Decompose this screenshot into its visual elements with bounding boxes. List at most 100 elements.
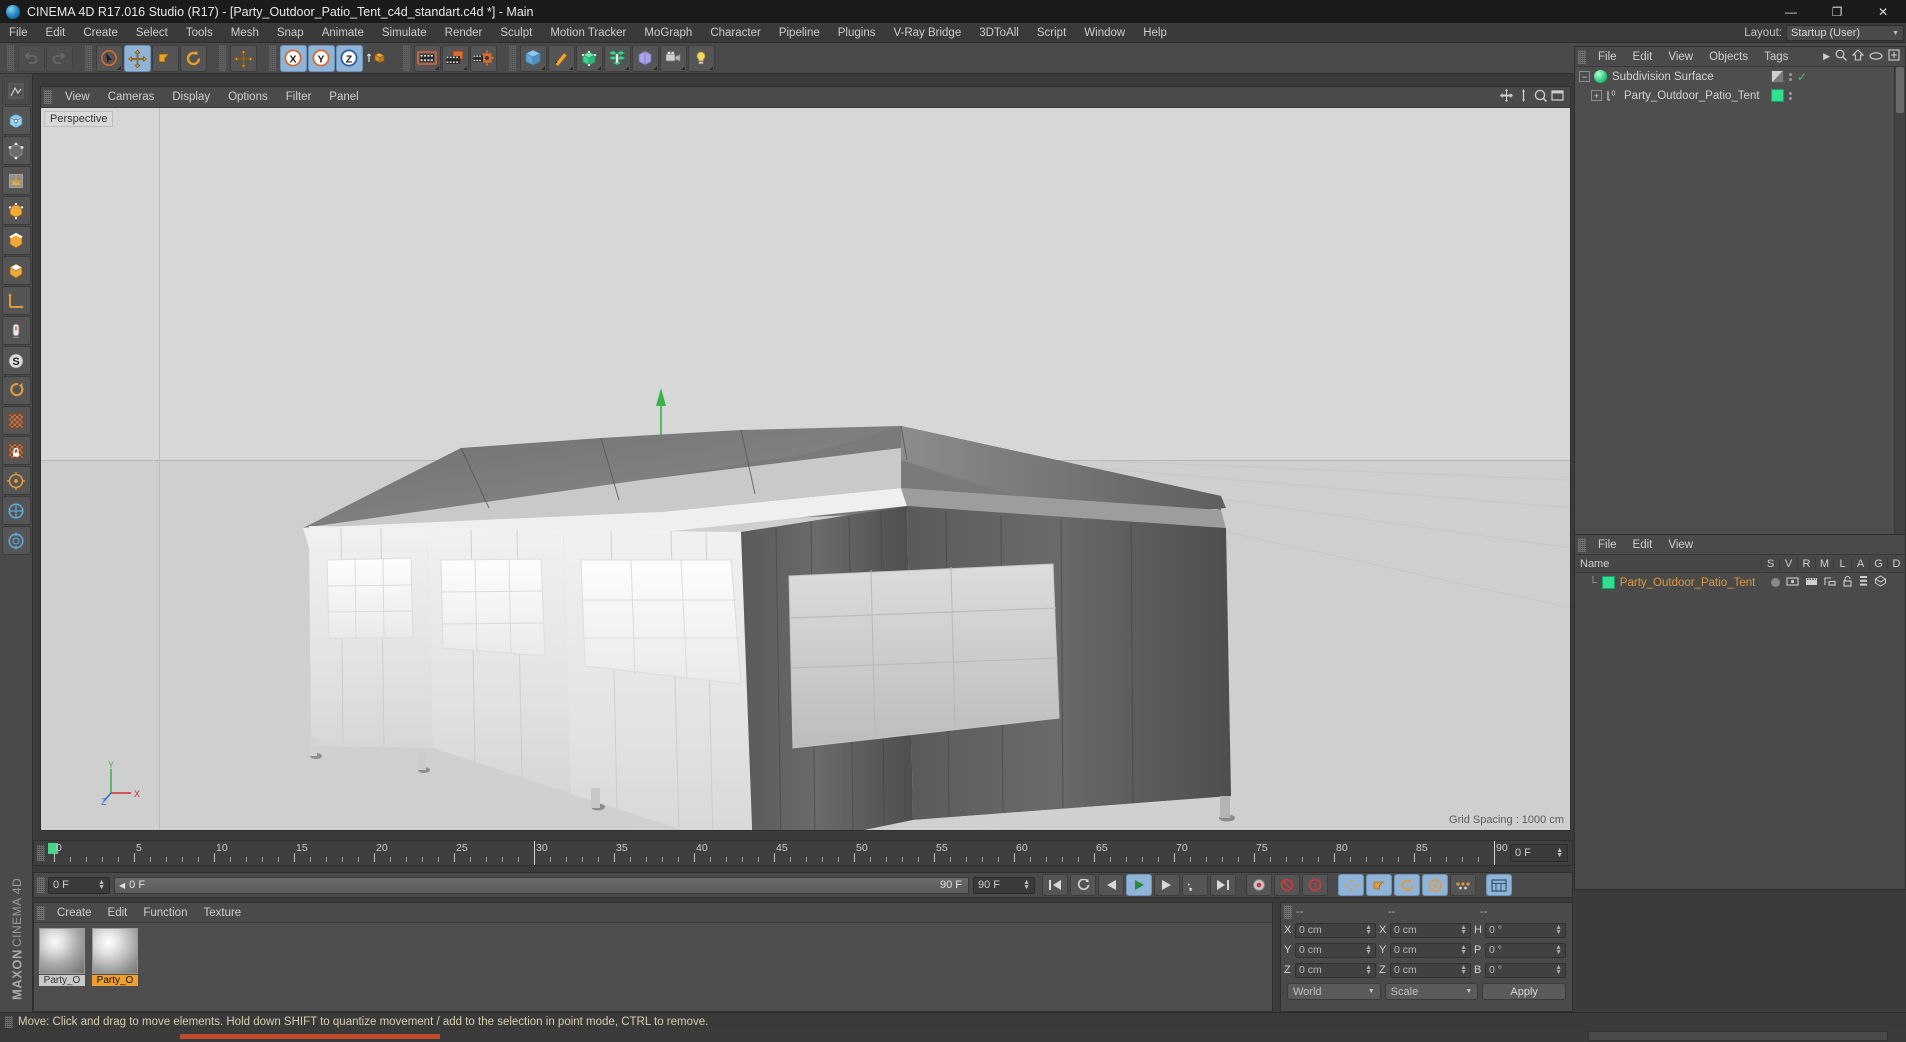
scale-icon[interactable]: [151, 44, 179, 72]
coord-input-pos-x[interactable]: 0 cm ▲ ▼: [1295, 922, 1376, 938]
make-editable-icon[interactable]: [1, 106, 31, 135]
timeline-grip[interactable]: [37, 845, 45, 861]
keyframe-selection-icon[interactable]: ?: [1302, 874, 1328, 896]
expander-icon[interactable]: +: [1591, 90, 1602, 101]
move-icon[interactable]: [123, 44, 151, 72]
world-coordinate-icon[interactable]: [363, 44, 391, 72]
visibility-dots-icon[interactable]: [1789, 91, 1792, 100]
toolbar-grip-4[interactable]: [269, 45, 276, 71]
material-tag-icon[interactable]: [1771, 89, 1784, 102]
go-to-end-icon[interactable]: [1210, 874, 1236, 896]
object-manager-menu-edit[interactable]: Edit: [1625, 47, 1661, 67]
column-header-m[interactable]: M: [1815, 557, 1833, 570]
material-manager-grip[interactable]: [37, 905, 45, 920]
menu-item-mograph[interactable]: MoGraph: [635, 23, 701, 43]
current-frame-field[interactable]: 0 F ▲ ▼: [48, 876, 110, 894]
go-to-start-icon[interactable]: [1042, 874, 1068, 896]
maximize-button[interactable]: ❐: [1814, 0, 1860, 23]
add-environment-icon[interactable]: [631, 44, 659, 72]
object-manager-scrollbar[interactable]: [1894, 67, 1905, 537]
close-button[interactable]: ✕: [1860, 0, 1906, 23]
viewport-menu-display[interactable]: Display: [163, 87, 219, 108]
column-header-a[interactable]: A: [1851, 557, 1869, 570]
tent-3d-model[interactable]: [41, 108, 1570, 830]
spinner-icon[interactable]: ▲ ▼: [1556, 847, 1563, 859]
coord-input-rot-p[interactable]: 0 ° ▲ ▼: [1485, 942, 1566, 958]
column-header-v[interactable]: V: [1779, 557, 1797, 570]
viewport-canvas[interactable]: Perspective Grid Spacing : 1000 cm Y X Z: [41, 108, 1570, 830]
menu-item-3dtoall[interactable]: 3DToAll: [970, 23, 1028, 43]
menu-item-sculpt[interactable]: Sculpt: [491, 23, 541, 43]
rotation-key-icon[interactable]: [1394, 874, 1420, 896]
timeline-icon[interactable]: [1486, 874, 1512, 896]
texture-mode-icon[interactable]: [1, 166, 31, 195]
add-deformer-icon[interactable]: [603, 44, 631, 72]
spinner-icon[interactable]: ▲ ▼: [98, 879, 105, 891]
autokey-icon[interactable]: [1274, 874, 1300, 896]
menu-item-edit[interactable]: Edit: [37, 23, 75, 43]
attribute-row-party-outdoor-patio-tent[interactable]: └ Party_Outdoor_Patio_Tent: [1575, 573, 1905, 592]
window-controls[interactable]: — ❐ ✕: [1768, 0, 1906, 23]
add-generator-icon[interactable]: [575, 44, 603, 72]
axis-modification-icon[interactable]: [1, 286, 31, 315]
maximize-viewport-icon[interactable]: [1551, 89, 1564, 105]
object-manager-menu-tags[interactable]: Tags: [1756, 47, 1796, 67]
attribute-manager-menu-view[interactable]: View: [1660, 535, 1701, 555]
loop-icon[interactable]: [1182, 874, 1208, 896]
coord-input-rot-h[interactable]: 0 ° ▲ ▼: [1485, 922, 1566, 938]
axis-y-toggle[interactable]: Y: [307, 44, 335, 72]
live-selection-icon[interactable]: [95, 44, 123, 72]
zoom-icon[interactable]: [1534, 89, 1548, 105]
menu-item-create[interactable]: Create: [74, 23, 127, 43]
model-mode-icon[interactable]: [1, 136, 31, 165]
column-header-s[interactable]: S: [1761, 557, 1779, 570]
toolbar-grip-2[interactable]: [85, 45, 92, 71]
rotate-icon[interactable]: [179, 44, 207, 72]
toolbar-grip-5[interactable]: [403, 45, 410, 71]
viewport-solo-icon[interactable]: [1, 376, 31, 405]
material-menu-texture[interactable]: Texture: [195, 903, 249, 923]
viewport-menu-options[interactable]: Options: [219, 87, 277, 108]
play-reverse-icon[interactable]: [1070, 874, 1096, 896]
attribute-manager-menu-file[interactable]: File: [1590, 535, 1625, 555]
column-header-g[interactable]: G: [1869, 557, 1887, 570]
column-header-r[interactable]: R: [1797, 557, 1815, 570]
position-key-icon[interactable]: [1338, 874, 1364, 896]
object-manager-menu-objects[interactable]: Objects: [1701, 47, 1756, 67]
menu-item-select[interactable]: Select: [127, 23, 177, 43]
max-frame-field[interactable]: 90 F ▲ ▼: [973, 876, 1035, 894]
menu-item-window[interactable]: Window: [1075, 23, 1134, 43]
generator-icon[interactable]: [1874, 575, 1887, 590]
layers-icon[interactable]: [1859, 575, 1868, 590]
visibility-dots-icon[interactable]: [1789, 72, 1792, 81]
axis-x-toggle[interactable]: X: [279, 44, 307, 72]
add-spline-icon[interactable]: [547, 44, 575, 72]
object-manager-grip[interactable]: [1578, 49, 1586, 64]
status-bar-grip[interactable]: [5, 1015, 13, 1028]
quantize-icon[interactable]: [1, 496, 31, 525]
minimize-button[interactable]: —: [1768, 0, 1814, 23]
snap-icon[interactable]: [1, 466, 31, 495]
object-row-party-outdoor-patio-tent[interactable]: + 0 Party_Outdoor_Patio_Tent: [1575, 86, 1905, 105]
add-light-icon[interactable]: [687, 44, 715, 72]
redo-icon[interactable]: [45, 44, 73, 72]
powerbar-grip[interactable]: [37, 877, 45, 893]
display-tag-icon[interactable]: [1771, 70, 1784, 83]
toolbar-grip-6[interactable]: [509, 45, 516, 71]
menu-item-character[interactable]: Character: [701, 23, 770, 43]
toolbar-grip-1[interactable]: [7, 45, 14, 71]
spinner-icon[interactable]: ▲ ▼: [1023, 879, 1030, 891]
home-icon[interactable]: [1851, 49, 1865, 64]
play-icon[interactable]: [1126, 874, 1152, 896]
coord-input-rot-b[interactable]: 0 ° ▲ ▼: [1485, 962, 1566, 978]
column-header-d[interactable]: D: [1887, 557, 1905, 570]
material-manager-body[interactable]: Party_O Party_O: [34, 923, 1272, 1011]
plus-box-icon[interactable]: [1888, 49, 1900, 64]
overflow-arrow-icon[interactable]: ▶: [1823, 51, 1830, 62]
viewport-menu-panel[interactable]: Panel: [320, 87, 367, 108]
coord-input-size-y[interactable]: 0 cm ▲ ▼: [1390, 942, 1471, 958]
apply-button[interactable]: Apply: [1482, 983, 1567, 1000]
motion-icon[interactable]: [1824, 576, 1836, 590]
enable-axis-icon[interactable]: [1, 316, 31, 345]
menu-item-render[interactable]: Render: [436, 23, 492, 43]
